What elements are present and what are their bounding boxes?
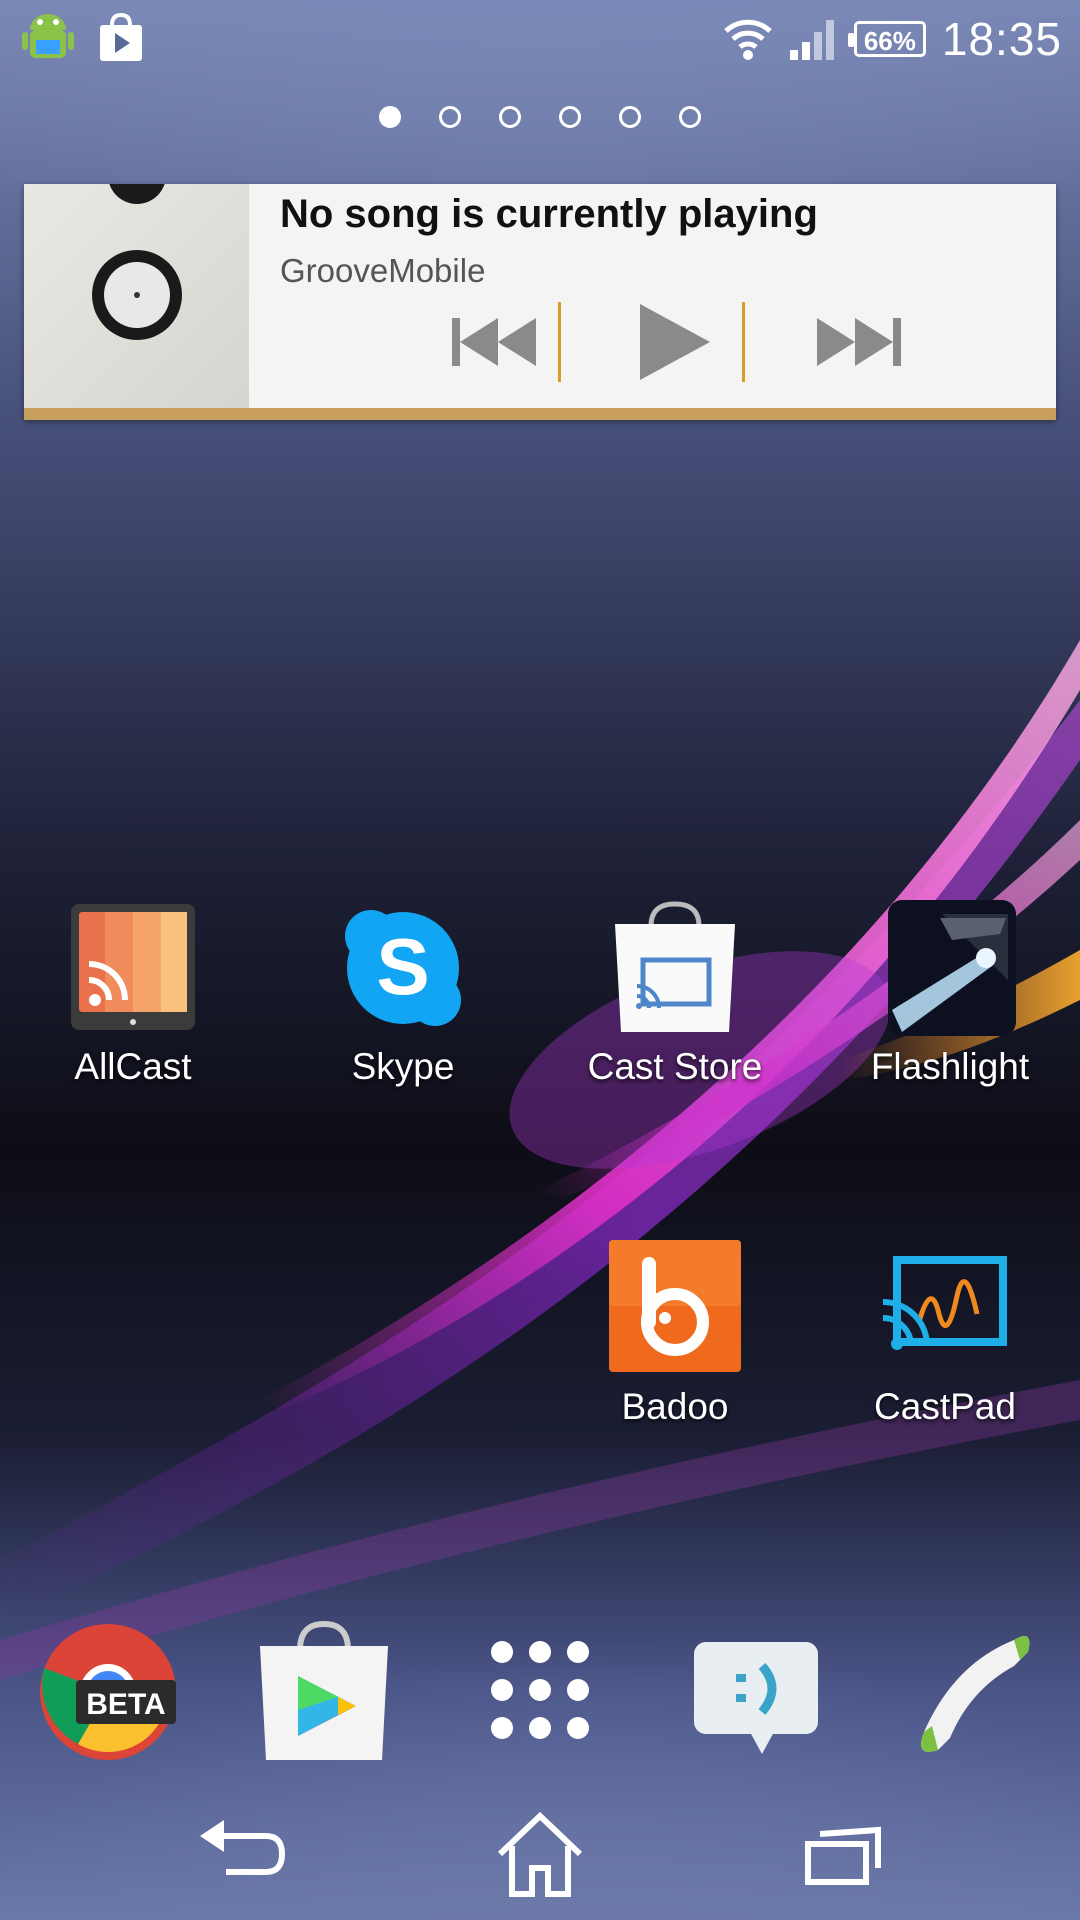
play-store-notification-icon bbox=[100, 13, 142, 61]
cast-store-icon bbox=[615, 901, 735, 1032]
page-indicator bbox=[0, 106, 1080, 128]
app-label: Badoo bbox=[621, 1386, 729, 1427]
svg-text:S: S bbox=[376, 922, 429, 1011]
album-art[interactable] bbox=[24, 184, 249, 408]
next-button[interactable] bbox=[784, 302, 934, 382]
flashlight-icon bbox=[888, 900, 1016, 1036]
phone-icon bbox=[921, 1636, 1030, 1752]
app-drawer-icon bbox=[491, 1641, 589, 1739]
signal-icon bbox=[789, 20, 834, 60]
page-dot-2[interactable] bbox=[439, 106, 461, 128]
back-button[interactable] bbox=[190, 1810, 290, 1900]
recent-apps-icon bbox=[805, 1826, 881, 1885]
badoo-icon bbox=[609, 1240, 741, 1372]
messaging-icon bbox=[694, 1642, 818, 1754]
app-label: AllCast bbox=[74, 1046, 192, 1087]
dock-phone[interactable] bbox=[910, 1620, 1060, 1770]
app-label: Cast Store bbox=[587, 1046, 763, 1087]
widget-accent-bar bbox=[24, 408, 1056, 420]
wifi-icon bbox=[724, 19, 772, 60]
play-button[interactable] bbox=[594, 302, 754, 382]
recent-apps-button[interactable] bbox=[792, 1810, 892, 1900]
page-dot-3[interactable] bbox=[499, 106, 521, 128]
play-icon bbox=[640, 304, 710, 380]
app-cast-store[interactable]: Cast Store bbox=[565, 900, 785, 1088]
play-store-icon bbox=[260, 1620, 388, 1760]
dock-messaging[interactable] bbox=[690, 1620, 840, 1770]
app-label: CastPad bbox=[874, 1386, 1016, 1427]
page-dot-5[interactable] bbox=[619, 106, 641, 128]
status-bar: 66% 18:35 bbox=[0, 0, 1080, 76]
battery-indicator: 66% bbox=[847, 21, 926, 57]
home-button[interactable] bbox=[490, 1810, 590, 1900]
app-label: Flashlight bbox=[870, 1046, 1030, 1087]
castpad-icon bbox=[882, 1256, 1007, 1350]
battery-percent: 66% bbox=[863, 26, 916, 56]
music-widget[interactable]: No song is currently playing GrooveMobil… bbox=[24, 184, 1056, 420]
app-allcast[interactable]: AllCast bbox=[23, 900, 243, 1088]
android-debug-icon bbox=[22, 14, 74, 58]
app-badoo[interactable]: Badoo bbox=[565, 1240, 785, 1428]
skype-icon: S bbox=[345, 910, 461, 1026]
page-dot-4[interactable] bbox=[559, 106, 581, 128]
previous-button[interactable] bbox=[424, 302, 564, 382]
dock-app-drawer[interactable] bbox=[470, 1620, 620, 1770]
clock: 18:35 bbox=[941, 13, 1062, 65]
app-skype[interactable]: S Skype bbox=[293, 900, 513, 1088]
allcast-icon bbox=[71, 904, 195, 1030]
previous-icon bbox=[452, 318, 536, 366]
chrome-beta-badge: BETA bbox=[86, 1688, 165, 1721]
dock-chrome-beta[interactable]: BETA bbox=[36, 1620, 186, 1770]
back-icon bbox=[200, 1820, 286, 1875]
app-flashlight[interactable]: Flashlight bbox=[840, 900, 1060, 1088]
app-label: Skype bbox=[351, 1046, 455, 1087]
app-castpad[interactable]: CastPad bbox=[835, 1240, 1055, 1428]
widget-app-name: GrooveMobile bbox=[280, 252, 486, 289]
page-dot-6[interactable] bbox=[679, 106, 701, 128]
page-dot-1[interactable] bbox=[379, 106, 401, 128]
chrome-beta-icon: BETA bbox=[40, 1624, 176, 1760]
home-icon bbox=[497, 1811, 583, 1897]
widget-song-title: No song is currently playing bbox=[280, 192, 818, 236]
next-icon bbox=[817, 318, 901, 366]
dock-play-store[interactable] bbox=[252, 1620, 402, 1770]
